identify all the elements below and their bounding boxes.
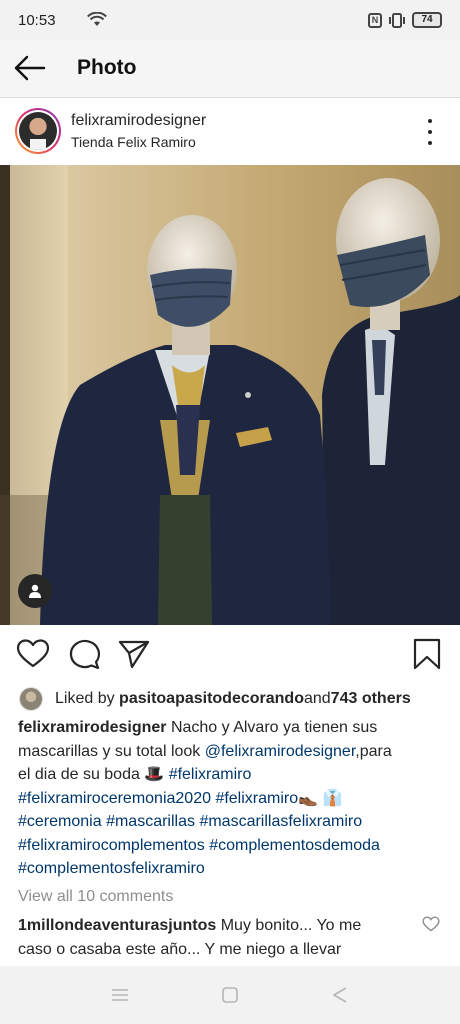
post-header: felixramirodesigner Tienda Felix Ramiro [0,99,460,165]
hashtag-link[interactable]: #mascarillas [106,813,195,830]
avatar[interactable] [15,108,61,154]
more-vertical-icon[interactable] [420,119,440,145]
send-icon[interactable] [117,638,151,670]
hashtag-link[interactable]: #mascarillasfelixramiro [199,813,362,830]
post-caption: felixramirodesigner Nacho y Alvaro ya ti… [18,719,392,877]
comment-item: 1millondeaventurasjuntos Muy bonito... Y… [18,917,362,958]
system-nav-bar [0,966,460,1024]
hashtag-link[interactable]: #felixramiro [215,790,298,807]
page-title: Photo [77,56,137,79]
arrow-left-icon[interactable] [12,52,48,86]
user-icon [29,584,41,598]
likes-summary[interactable]: Liked by pasitoapasitodecorando and 743 … [19,686,449,712]
hashtag-link[interactable]: #ceremonia [18,813,102,830]
post-photo[interactable] [0,165,460,625]
hashtag-link[interactable]: #complementosdemoda [209,837,380,854]
comment-icon[interactable] [67,638,101,670]
home-icon[interactable] [220,986,240,1004]
wifi-icon [87,12,107,26]
hashtag-link[interactable]: #complementosfelixramiro [18,860,205,877]
mannequins-image [0,165,460,625]
user-tag-button[interactable] [18,574,52,608]
hashtag-link[interactable]: #felixramiroceremonia2020 [18,790,211,807]
post-username[interactable]: felixramirodesigner [71,112,206,130]
liker-avatar [19,687,43,711]
post-actions [0,625,460,683]
liker-username[interactable]: pasitoapasitodecorando [119,690,304,708]
hashtag-link[interactable]: #felixramiro [169,766,252,783]
vibrate-icon [389,12,405,28]
caption-username[interactable]: felixramirodesigner [18,719,167,736]
likes-others-count[interactable]: 743 others [331,690,411,708]
bookmark-icon[interactable] [410,638,444,670]
status-time: 10:53 [18,12,56,29]
nfc-icon: N [368,12,382,28]
back-triangle-icon[interactable] [330,986,350,1004]
mention-link[interactable]: @felixramirodesigner [205,743,356,760]
likes-and: and [303,690,331,707]
heart-icon[interactable] [16,638,50,670]
menu-icon[interactable] [110,986,130,1004]
battery-indicator: 74 [412,12,442,28]
view-all-comments-link[interactable]: View all 10 comments [18,888,173,906]
hashtag-link[interactable]: #felixramirocomplementos [18,837,205,854]
post-location[interactable]: Tienda Felix Ramiro [71,134,196,150]
avatar-image [19,112,57,150]
app-header: Photo [0,40,460,98]
heart-icon[interactable] [422,916,440,932]
likes-prefix: Liked by [55,690,115,707]
comment-username[interactable]: 1millondeaventurasjuntos [18,917,216,934]
status-bar: 10:53 N 74 [0,0,460,40]
